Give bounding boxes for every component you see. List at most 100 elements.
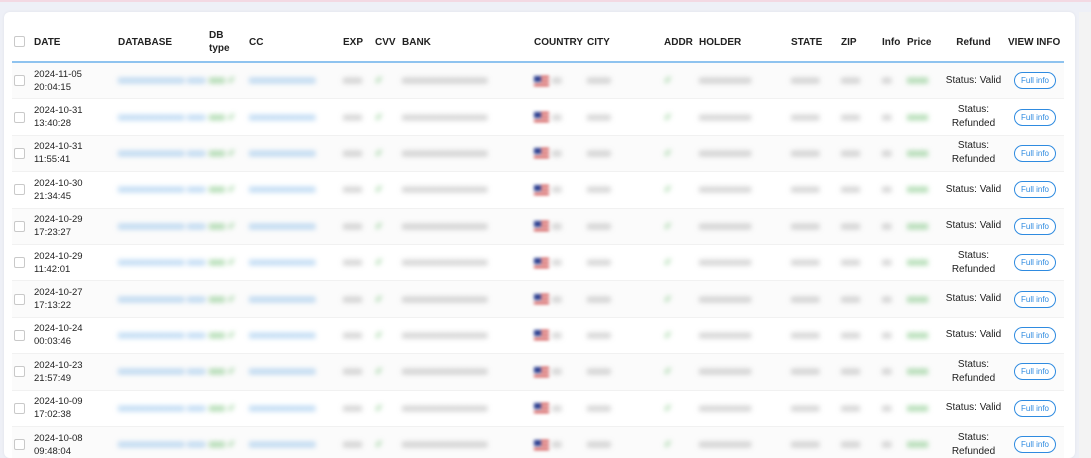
orders-card: DATE DATABASE DB type CC EXP CVV BANK CO…	[4, 12, 1075, 458]
row-select-cell[interactable]	[12, 244, 32, 282]
city-redacted: xxxxx	[587, 75, 611, 87]
select-all-cell[interactable]	[12, 23, 32, 62]
col-cvv[interactable]: CVV	[373, 23, 400, 62]
row-select-cell[interactable]	[12, 62, 32, 100]
price-redacted: xxxx	[907, 439, 929, 451]
exp-cell: xxxx	[341, 390, 373, 427]
bank-redacted: xxxxxxxxxxxxxxxxxx	[402, 184, 488, 196]
col-state[interactable]: STATE	[789, 23, 839, 62]
col-db-type[interactable]: DB type	[207, 23, 247, 62]
col-bank[interactable]: BANK	[400, 23, 532, 62]
country-code-redacted: xx	[552, 257, 562, 269]
cc-cell: xxxxxxxxxxxxxx	[247, 171, 341, 209]
full-info-button[interactable]: Full info	[1013, 254, 1056, 272]
view-info-cell: Full info	[1006, 280, 1064, 318]
row-select-cell[interactable]	[12, 280, 32, 318]
row-checkbox[interactable]	[14, 220, 25, 232]
state-redacted: xxxxxx	[791, 184, 820, 196]
date-cell: 2024-10-27 17:13:22	[32, 280, 116, 318]
time-value: 11:55:41	[34, 154, 71, 166]
time-value: 21:57:49	[34, 372, 71, 384]
row-select-cell[interactable]	[12, 426, 32, 458]
row-select-cell[interactable]	[12, 171, 32, 209]
info-cell: xx	[880, 390, 905, 427]
col-cc[interactable]: CC	[247, 23, 341, 62]
info-redacted: xx	[882, 293, 892, 305]
zip-cell: xxxx	[839, 171, 880, 209]
table-row: 2024-10-23 21:57:49 xxxxxxxxxxxxxx xxxxx xx…	[12, 353, 1064, 391]
full-info-button[interactable]: Full info	[1013, 363, 1056, 381]
holder-redacted: xxxxxxxxxxx	[699, 329, 752, 341]
col-addr[interactable]: ADDR	[662, 23, 697, 62]
full-info-button[interactable]: Full info	[1013, 108, 1056, 126]
orders-table: DATE DATABASE DB type CC EXP CVV BANK CO…	[12, 23, 1064, 458]
col-zip[interactable]: ZIP	[839, 23, 880, 62]
table-row: 2024-10-31 13:40:28 xxxxxxxxxxxxxx xxxxx xx…	[12, 98, 1064, 136]
row-checkbox[interactable]	[14, 439, 25, 451]
full-info-button[interactable]: Full info	[1013, 144, 1056, 162]
zip-redacted: xxxx	[841, 111, 860, 123]
database-cell: xxxxxxxxxxxxxx xxxxx	[116, 208, 207, 245]
col-country[interactable]: COUNTRY	[532, 23, 585, 62]
database-cell: xxxxxxxxxxxxxx xxxxx	[116, 353, 207, 391]
col-info[interactable]: Info	[880, 23, 905, 62]
row-select-cell[interactable]	[12, 353, 32, 391]
row-select-cell[interactable]	[12, 98, 32, 136]
col-holder[interactable]: HOLDER	[697, 23, 789, 62]
col-view-info[interactable]: VIEW INFO	[1006, 23, 1064, 62]
row-checkbox[interactable]	[14, 184, 25, 196]
zip-cell: xxxx	[839, 62, 880, 100]
row-select-cell[interactable]	[12, 208, 32, 245]
date-value: 2024-11-05	[34, 68, 82, 80]
view-info-cell: Full info	[1006, 62, 1064, 100]
info-redacted: xx	[882, 366, 892, 378]
scrollbar[interactable]	[1079, 12, 1091, 458]
col-exp[interactable]: EXP	[341, 23, 373, 62]
bank-redacted: xxxxxxxxxxxxxxxxxx	[402, 366, 488, 378]
country-cell: xx	[532, 353, 585, 391]
exp-cell: xxxx	[341, 426, 373, 458]
row-checkbox[interactable]	[14, 111, 25, 123]
full-info-button[interactable]: Full info	[1013, 399, 1056, 417]
col-refund[interactable]: Refund	[941, 23, 1006, 62]
full-info-button[interactable]: Full info	[1013, 290, 1056, 308]
row-select-cell[interactable]	[12, 135, 32, 173]
full-info-button[interactable]: Full info	[1013, 181, 1056, 199]
col-date[interactable]: DATE	[32, 23, 116, 62]
database-redacted: xxxxxxxxxxxxxx xxxxx	[118, 111, 205, 123]
holder-cell: xxxxxxxxxxx	[697, 280, 789, 318]
state-redacted: xxxxxx	[791, 402, 820, 414]
cvv-redacted: ✓	[375, 111, 383, 123]
zip-cell: xxxx	[839, 208, 880, 245]
row-select-cell[interactable]	[12, 317, 32, 355]
col-price[interactable]: Price	[905, 23, 941, 62]
select-all-checkbox[interactable]	[14, 36, 25, 48]
city-redacted: xxxxx	[587, 366, 611, 378]
bank-redacted: xxxxxxxxxxxxxxxxxx	[402, 257, 488, 269]
state-redacted: xxxxxx	[791, 147, 820, 159]
date-value: 2024-10-29	[34, 214, 83, 226]
holder-cell: xxxxxxxxxxx	[697, 353, 789, 391]
row-checkbox[interactable]	[14, 329, 25, 341]
row-checkbox[interactable]	[14, 293, 25, 305]
country-cell: xx	[532, 426, 585, 458]
row-checkbox[interactable]	[14, 257, 25, 269]
full-info-button[interactable]: Full info	[1013, 436, 1056, 454]
cc-cell: xxxxxxxxxxxxxx	[247, 98, 341, 136]
info-cell: xx	[880, 62, 905, 100]
row-checkbox[interactable]	[14, 147, 25, 159]
database-redacted: xxxxxxxxxxxxxx xxxxx	[118, 75, 205, 87]
row-checkbox[interactable]	[14, 75, 25, 87]
date-value: 2024-10-31	[34, 105, 83, 117]
row-checkbox[interactable]	[14, 366, 25, 378]
col-database[interactable]: DATABASE	[116, 23, 207, 62]
exp-redacted: xxxx	[343, 220, 362, 232]
col-city[interactable]: CITY	[585, 23, 662, 62]
full-info-button[interactable]: Full info	[1013, 326, 1056, 344]
full-info-button[interactable]: Full info	[1013, 217, 1056, 235]
full-info-button[interactable]: Full info	[1013, 72, 1056, 90]
country-code-redacted: xx	[552, 111, 562, 123]
country-cell: xx	[532, 390, 585, 427]
row-checkbox[interactable]	[14, 402, 25, 414]
row-select-cell[interactable]	[12, 390, 32, 427]
